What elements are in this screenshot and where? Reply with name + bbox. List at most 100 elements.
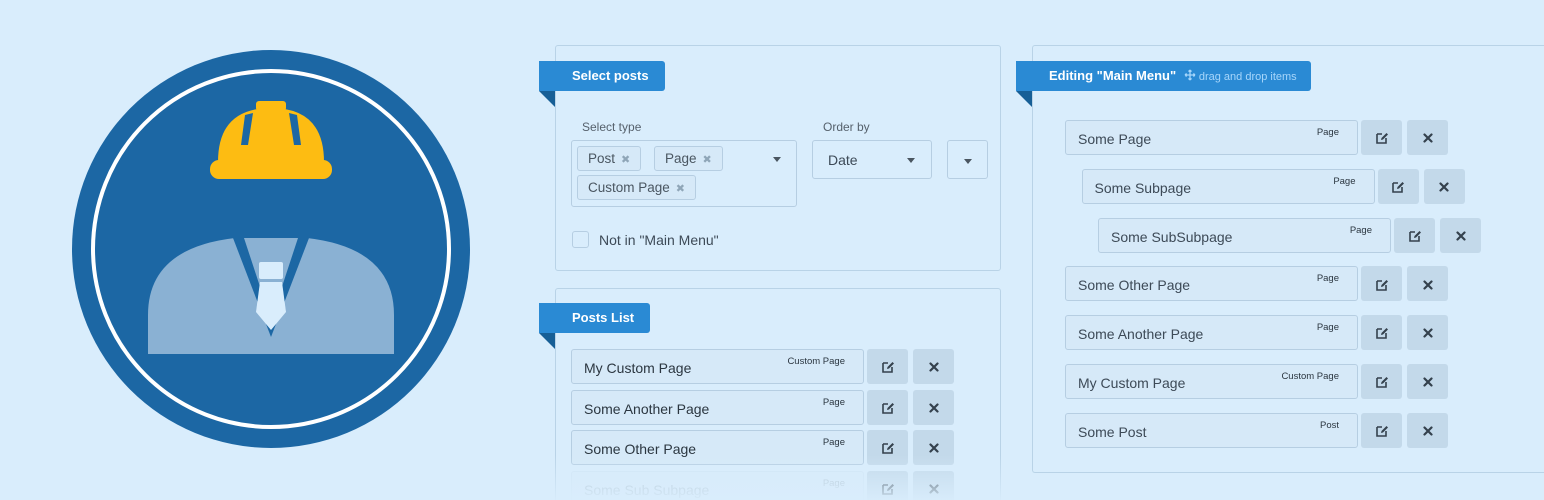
edit-button[interactable]: [867, 349, 908, 384]
order-by-value: Date: [828, 152, 858, 168]
remove-button[interactable]: [913, 470, 954, 500]
menu-editor-title: Editing "Main Menu": [1049, 68, 1177, 83]
edit-button[interactable]: [1361, 315, 1402, 351]
edit-button[interactable]: [867, 470, 908, 500]
remove-button[interactable]: [1407, 412, 1448, 448]
menu-item-depth-0[interactable]: Some Other Page Page: [1065, 266, 1358, 302]
item-type: Page: [1333, 175, 1356, 187]
type-tag-post[interactable]: Post ✖: [577, 146, 642, 171]
item-title: Some Other Page: [584, 441, 697, 457]
edit-icon: [1375, 324, 1389, 340]
close-icon: [1422, 324, 1433, 340]
select-type-label: Select type: [582, 120, 642, 134]
select-posts-title: Select posts: [539, 61, 665, 107]
menu-item-depth-2[interactable]: Some SubSubpage Page: [1098, 217, 1391, 253]
tag-label: Page: [665, 151, 697, 166]
edit-button[interactable]: [867, 389, 908, 425]
item-type: Page: [822, 396, 845, 408]
close-icon: [1455, 227, 1466, 243]
posts-list-item[interactable]: Some Another Page Page: [571, 389, 864, 425]
posts-list-item[interactable]: My Custom Page Custom Page: [571, 349, 864, 384]
close-icon: [1422, 275, 1433, 291]
order-by-select[interactable]: Date: [812, 140, 932, 179]
item-type: Page: [1349, 224, 1372, 236]
remove-button[interactable]: [1407, 266, 1448, 302]
close-icon: [928, 480, 939, 496]
menu-item-depth-1[interactable]: Some Subpage Page: [1081, 168, 1375, 204]
edit-icon: [881, 439, 895, 455]
plugin-logo: [72, 50, 470, 448]
item-type: Custom Page: [1281, 371, 1339, 382]
order-direction-select[interactable]: [947, 140, 988, 179]
tie-knot: [259, 262, 283, 279]
remove-button[interactable]: [1407, 315, 1448, 351]
remove-tag-icon[interactable]: ✖: [703, 154, 712, 166]
edit-icon: [1375, 129, 1389, 145]
edit-icon: [1375, 422, 1389, 438]
remove-button[interactable]: [913, 349, 954, 384]
close-icon: [1422, 373, 1433, 389]
item-title: Some Other Page: [1078, 277, 1191, 294]
item-type: Post: [1319, 419, 1339, 431]
remove-button[interactable]: [913, 389, 954, 425]
menu-item-depth-0[interactable]: Some Another Page Page: [1065, 315, 1358, 351]
edit-button[interactable]: [1361, 120, 1402, 155]
item-title: Some Post: [1078, 423, 1147, 440]
close-icon: [928, 399, 939, 415]
chevron-down-icon[interactable]: [773, 157, 781, 162]
not-in-menu-label: Not in "Main Menu": [599, 232, 719, 248]
drag-hand-icon: [1184, 69, 1196, 81]
item-title: Some Another Page: [584, 400, 710, 417]
tag-label: Custom Page: [588, 180, 670, 195]
edit-button[interactable]: [1361, 266, 1402, 302]
edit-button[interactable]: [867, 430, 908, 465]
menu-editor-panel: [1032, 45, 1544, 473]
tag-label: Post: [588, 151, 616, 166]
menu-item-depth-0[interactable]: My Custom Page Custom Page: [1065, 364, 1358, 399]
item-title: Some Page: [1078, 131, 1152, 147]
item-type: Page: [822, 477, 845, 489]
close-icon: [928, 439, 939, 455]
drag-hint: drag and drop items: [1184, 69, 1297, 83]
item-title: Some Another Page: [1078, 326, 1204, 343]
edit-button[interactable]: [1361, 412, 1402, 448]
chevron-down-icon: [964, 159, 972, 164]
edit-icon: [1375, 373, 1389, 389]
menu-item-depth-0[interactable]: Some Page Page: [1065, 120, 1358, 155]
close-icon: [928, 358, 939, 374]
item-title: Some SubSubpage: [1111, 228, 1233, 245]
construction-worker-icon: [72, 50, 470, 448]
edit-icon: [1391, 178, 1405, 194]
close-icon: [1422, 129, 1433, 145]
type-tag-custom-page[interactable]: Custom Page ✖: [577, 175, 697, 200]
close-icon: [1439, 178, 1449, 194]
remove-tag-icon[interactable]: ✖: [676, 183, 685, 195]
not-in-menu-checkbox[interactable]: [572, 231, 589, 248]
item-type: Page: [1316, 127, 1339, 138]
edit-icon: [1408, 227, 1422, 243]
edit-icon: [881, 399, 895, 415]
item-type: Page: [822, 437, 845, 448]
posts-list-item[interactable]: Some Sub Subpage Page: [571, 470, 864, 500]
type-tag-page[interactable]: Page ✖: [654, 146, 723, 171]
item-title: Some Subpage: [1094, 179, 1192, 196]
menu-editor-title-bar: Editing "Main Menu" drag and drop items: [1016, 61, 1311, 107]
order-by-label: Order by: [823, 120, 870, 134]
remove-button[interactable]: [1423, 168, 1465, 204]
remove-button[interactable]: [1407, 364, 1448, 399]
edit-button[interactable]: [1377, 168, 1419, 204]
chevron-down-icon: [907, 158, 915, 163]
remove-button[interactable]: [1407, 120, 1448, 155]
edit-button[interactable]: [1394, 217, 1435, 253]
drag-hint-text: drag and drop items: [1198, 71, 1297, 83]
remove-button[interactable]: [913, 430, 954, 465]
posts-list-item[interactable]: Some Other Page Page: [571, 430, 864, 465]
edit-icon: [881, 358, 895, 374]
edit-button[interactable]: [1361, 364, 1402, 399]
remove-tag-icon[interactable]: ✖: [621, 154, 630, 166]
item-type: Page: [1316, 273, 1339, 285]
item-title: Some Sub Subpage: [584, 481, 710, 498]
menu-item-depth-0[interactable]: Some Post Post: [1065, 412, 1358, 448]
item-type: Page: [1316, 322, 1339, 334]
remove-button[interactable]: [1440, 217, 1481, 253]
